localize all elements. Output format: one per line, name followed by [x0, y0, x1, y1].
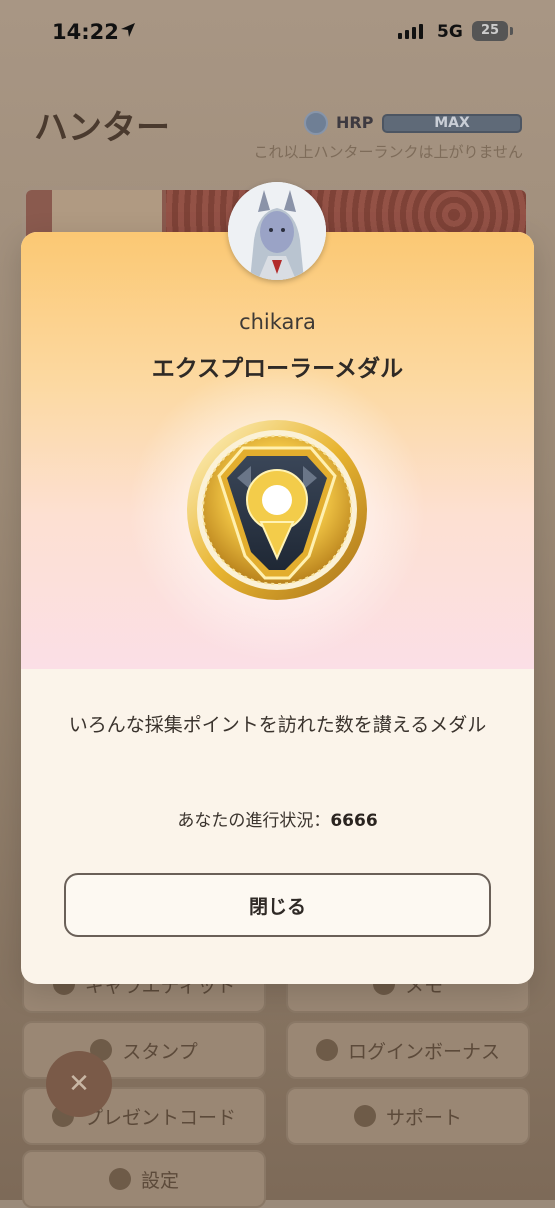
signal-icon	[398, 24, 423, 39]
bonus-icon	[315, 1039, 338, 1061]
progress-label: あなたの進行状況：	[177, 811, 331, 831]
hrp-icon	[304, 111, 328, 135]
status-time: 14:22	[52, 20, 119, 44]
menu-label: ログインボーナス	[347, 1040, 500, 1063]
medal-description: いろんな採集ポイントを訪れた数を讃えるメダル	[68, 714, 487, 736]
close-icon: ✕	[68, 1069, 90, 1099]
menu-label: 設定	[140, 1169, 179, 1192]
menu-button-support[interactable]: サポート	[286, 1087, 530, 1145]
close-button[interactable]: 閉じる	[64, 873, 491, 937]
help-icon	[353, 1105, 376, 1127]
avatar	[228, 182, 326, 280]
character-portrait-icon	[228, 182, 326, 280]
page-title: ハンター	[34, 108, 170, 148]
menu-button-settings[interactable]: 設定	[22, 1150, 266, 1208]
hrp-bar: MAX	[382, 114, 522, 133]
menu-label: スタンプ	[122, 1040, 198, 1063]
progress-text: あなたの進行状況：6666	[21, 806, 534, 831]
rank-note: これ以上ハンターランクは上がりません	[253, 143, 523, 161]
medal-title: エクスプローラーメダル	[151, 356, 404, 382]
network-type: 5G	[437, 22, 463, 42]
gear-icon	[108, 1168, 131, 1190]
menu-label: プレゼントコード	[83, 1106, 236, 1129]
battery-tip	[510, 27, 513, 35]
menu-label: サポート	[385, 1106, 462, 1129]
battery-icon: 25	[472, 21, 508, 41]
location-arrow-icon	[121, 23, 135, 37]
close-fab-button[interactable]: ✕	[46, 1051, 112, 1117]
player-name: chikara	[239, 310, 316, 334]
hrp-label: HRP	[336, 113, 374, 132]
progress-value: 6666	[330, 811, 378, 831]
status-bar: 14:22 5G 25	[0, 0, 555, 66]
medal-modal: chikara エクスプローラーメダル いろんな採集ポイントを訪れた数を讃えるメ…	[21, 232, 534, 984]
explorer-medal-icon	[187, 420, 367, 600]
menu-button-login-bonus[interactable]: ログインボーナス	[286, 1021, 530, 1079]
